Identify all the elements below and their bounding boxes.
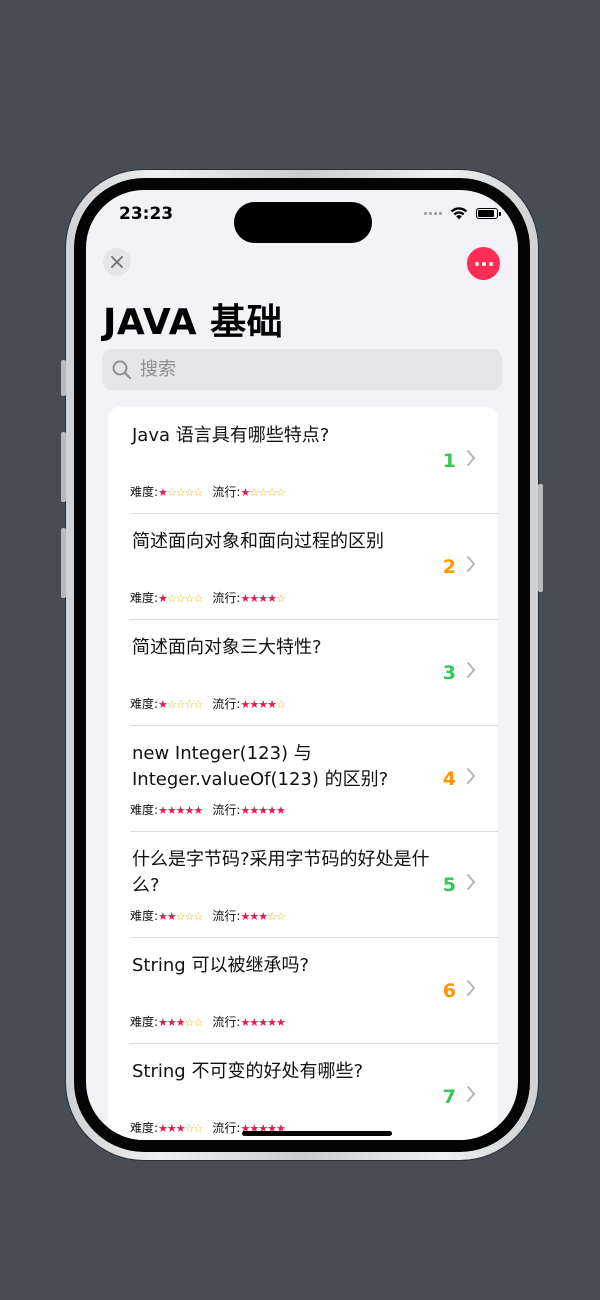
difficulty-label: 难度: <box>130 1015 159 1029</box>
popularity-label: 流行: <box>212 485 241 499</box>
wifi-icon <box>450 207 468 220</box>
popularity-label: 流行: <box>212 591 241 605</box>
question-number: 1 <box>442 450 456 472</box>
difficulty-label: 难度: <box>130 591 159 605</box>
difficulty-label: 难度: <box>130 697 159 711</box>
status-icons <box>424 207 501 220</box>
question-title: 简述面向对象和面向过程的区别 <box>132 531 384 552</box>
popularity-label: 流行: <box>212 909 241 923</box>
popularity-stars: ★★★☆☆ <box>240 910 285 923</box>
question-number: 7 <box>442 1086 456 1108</box>
page-title: JAVA 基础 <box>103 302 284 343</box>
question-ratings: 难度:★☆☆☆☆ 流行:★★★★☆ <box>130 589 286 606</box>
question-list: Java 语言具有哪些特点? 难度:★☆☆☆☆ 流行:★☆☆☆☆ 1 简述面向对象和面向… <box>108 407 498 1140</box>
question-ratings: 难度:★★★★★ 流行:★★★★★ <box>130 801 286 818</box>
chevron-right-icon <box>467 768 475 784</box>
volume-down-button <box>61 528 66 598</box>
question-row[interactable]: String 不可变的好处有哪些? 难度:★★★☆☆ 流行:★★★★★ 7 <box>108 1043 498 1140</box>
question-ratings: 难度:★☆☆☆☆ 流行:★★★★☆ <box>130 695 286 712</box>
search-bar[interactable] <box>102 349 502 390</box>
question-title: new Integer(123) 与 Integer.valueOf(123) … <box>132 743 389 790</box>
chevron-right-icon <box>467 556 475 572</box>
question-title: Java 语言具有哪些特点? <box>132 425 330 446</box>
popularity-label: 流行: <box>212 803 241 817</box>
chevron-right-icon <box>467 980 475 996</box>
popularity-stars: ★★★★★ <box>240 804 285 817</box>
difficulty-label: 难度: <box>130 909 159 923</box>
dynamic-island <box>234 202 372 243</box>
chevron-right-icon <box>467 874 475 890</box>
difficulty-label: 难度: <box>130 485 159 499</box>
screen: 23:23 JAVA 基础 Java 语言具有哪些特点?难度:★☆☆☆☆流行:★… <box>86 190 518 1140</box>
difficulty-stars: ★☆☆☆☆ <box>158 592 203 605</box>
popularity-label: 流行: <box>212 697 241 711</box>
difficulty-stars: ★★★☆☆ <box>158 1122 203 1135</box>
popularity-stars: ★★★★☆ <box>240 698 285 711</box>
power-button <box>538 484 543 592</box>
difficulty-stars: ★☆☆☆☆ <box>158 698 203 711</box>
popularity-stars: ★★★★★ <box>240 1016 285 1029</box>
difficulty-stars: ★☆☆☆☆ <box>158 486 203 499</box>
question-row[interactable]: new Integer(123) 与 Integer.valueOf(123) … <box>108 725 498 831</box>
question-number: 4 <box>442 768 456 790</box>
question-title: String 不可变的好处有哪些? <box>132 1061 363 1082</box>
close-icon <box>111 256 123 268</box>
question-row[interactable]: String 可以被继承吗? 难度:★★★☆☆ 流行:★★★★★ 6 <box>108 937 498 1043</box>
ellipsis-icon <box>474 261 479 266</box>
question-title: 什么是字节码?采用字节码的好处是什么? <box>132 849 430 896</box>
popularity-label: 流行: <box>212 1121 241 1135</box>
search-icon <box>112 360 132 379</box>
question-row[interactable]: 简述面向对象三大特性? 难度:★☆☆☆☆ 流行:★★★★☆ 3 <box>108 619 498 725</box>
question-number: 6 <box>442 980 456 1002</box>
question-row[interactable]: Java 语言具有哪些特点? 难度:★☆☆☆☆ 流行:★☆☆☆☆ 1 <box>108 407 498 513</box>
popularity-stars: ★☆☆☆☆ <box>240 486 285 499</box>
popularity-stars: ★★★★☆ <box>240 592 285 605</box>
difficulty-stars: ★★★★★ <box>158 804 203 817</box>
volume-up-button <box>61 432 66 502</box>
question-ratings: 难度:★☆☆☆☆ 流行:★☆☆☆☆ <box>130 483 286 500</box>
more-options-button[interactable] <box>467 247 500 280</box>
battery-icon <box>476 208 501 219</box>
question-row[interactable]: 简述面向对象和面向过程的区别难度:★☆☆☆☆ 流行:★★★★☆ 2 <box>108 513 498 619</box>
close-button[interactable] <box>103 248 131 276</box>
question-title: 简述面向对象三大特性? <box>132 637 322 658</box>
status-time: 23:23 <box>119 204 174 224</box>
chevron-right-icon <box>467 1086 475 1102</box>
search-input[interactable] <box>138 358 482 381</box>
question-number: 2 <box>442 556 456 578</box>
signal-icon <box>424 212 442 215</box>
action-button <box>61 360 66 396</box>
question-number: 5 <box>442 874 456 896</box>
question-row[interactable]: 什么是字节码?采用字节码的好处是什么? 难度:★★☆☆☆ 流行:★★★☆☆ 5 <box>108 831 498 937</box>
question-title: String 可以被继承吗? <box>132 955 309 976</box>
popularity-label: 流行: <box>212 1015 241 1029</box>
home-indicator[interactable] <box>242 1131 392 1136</box>
difficulty-label: 难度: <box>130 1121 159 1135</box>
difficulty-label: 难度: <box>130 803 159 817</box>
chevron-right-icon <box>467 662 475 678</box>
difficulty-stars: ★★☆☆☆ <box>158 910 203 923</box>
chevron-right-icon <box>467 450 475 466</box>
question-number: 3 <box>442 662 456 684</box>
question-ratings: 难度:★★☆☆☆ 流行:★★★☆☆ <box>130 907 286 924</box>
difficulty-stars: ★★★☆☆ <box>158 1016 203 1029</box>
question-ratings: 难度:★★★☆☆ 流行:★★★★★ <box>130 1013 286 1030</box>
